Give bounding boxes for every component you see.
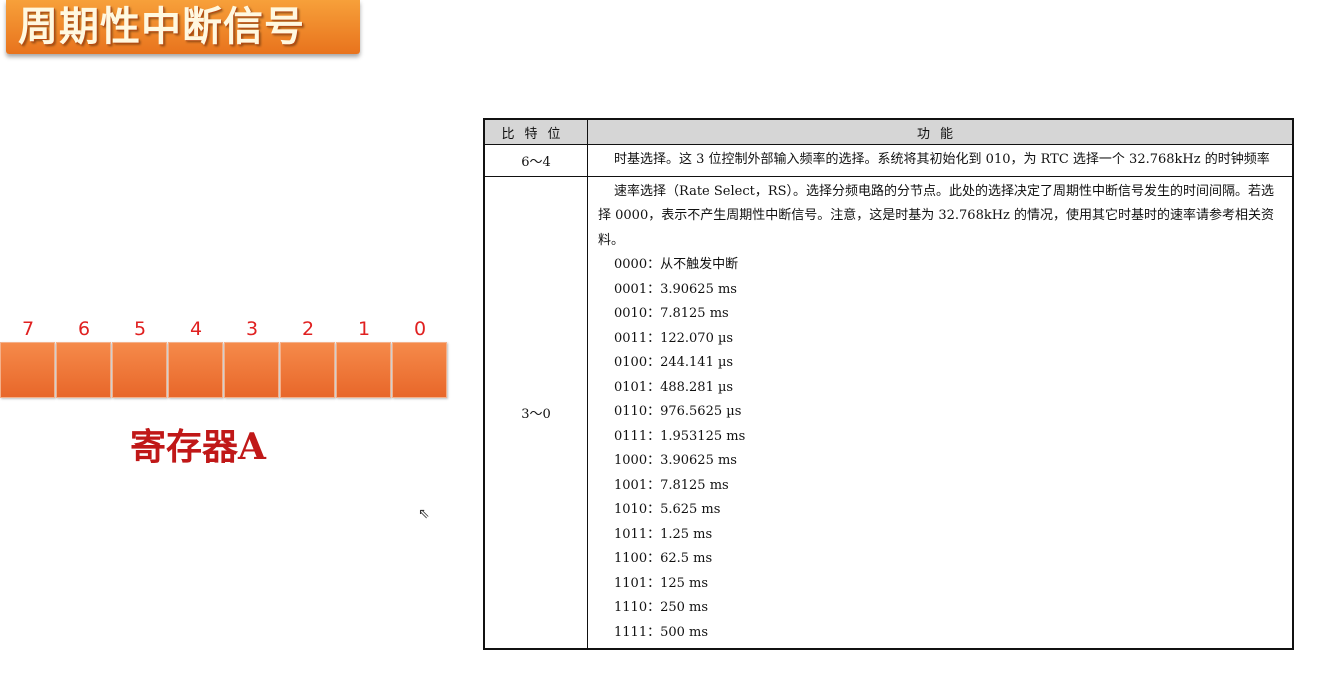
rate-item: 0110：976.5625 µs [614,404,742,419]
bit-number: 4 [189,318,203,340]
row2-bits: 3～0 [483,175,588,650]
bit-number: 7 [21,318,35,340]
bit-cell [280,342,335,398]
bit-number: 6 [77,318,91,340]
rate-item: 1111：500 ms [614,624,709,640]
table-row: 6～4 时基选择。这 3 位控制外部输入频率的选择。系统将其初始化到 010，为… [483,144,1294,177]
row2-function: 速率选择（Rate Select，RS）。选择分频电路的分节点。此处的选择决定了… [587,175,1294,650]
register-label: 寄存器A [130,426,266,468]
row1-text: 时基选择。这 3 位控制外部输入频率的选择。系统将其初始化到 010，为 RTC… [614,152,1270,167]
bit-cell [0,342,55,398]
rate-item: 0011：122.070 µs [614,330,734,346]
rate-item: 1001：7.8125 ms [614,477,729,493]
rate-item: 1101：125 ms [614,575,709,591]
bit-cell [112,342,167,398]
rate-item: 1010：5.625 ms [614,502,721,517]
header-bit: 比特位 [483,118,588,145]
rate-item: 0000：从不触发中断 [614,257,739,272]
bit-number: 2 [301,318,315,340]
row1-function: 时基选择。这 3 位控制外部输入频率的选择。系统将其初始化到 010，为 RTC… [587,144,1294,177]
slide-title: 周期性中断信号 [18,4,305,50]
bit-function-table: 比特位 功能 6～4 时基选择。这 3 位控制外部输入频率的选择。系统将其初始化… [483,118,1294,650]
bit-cell [56,342,111,398]
bit-cell [336,342,391,398]
title-banner: 周期性中断信号 [6,0,360,54]
table-row: 3～0 速率选择（Rate Select，RS）。选择分频电路的分节点。此处的选… [483,175,1294,650]
bit-number: 5 [133,318,147,340]
bit-cell [224,342,279,398]
rate-item: 0111：1.953125 ms [614,428,746,444]
row2-text: 速率选择（Rate Select，RS）。选择分频电路的分节点。此处的选择决定了… [598,183,1275,248]
rate-item: 1100：62.5 ms [614,551,713,566]
bit-number: 1 [357,318,371,340]
table-header-row: 比特位 功能 [483,118,1294,145]
rate-item: 0101：488.281 µs [614,379,734,395]
bit-cell [392,342,447,398]
mouse-cursor-icon: ⇖ [418,506,430,522]
rate-item: 0100：244.141 µs [614,355,734,370]
bit-number: 3 [245,318,259,340]
register-diagram: 7 6 5 4 3 2 1 0 [0,318,450,398]
row1-bits: 6～4 [483,144,588,177]
rate-item: 1011：1.25 ms [614,526,713,542]
bit-number: 0 [413,318,427,340]
rate-item: 0001：3.90625 ms [614,281,737,297]
rate-list: 0000：从不触发中断 0001：3.90625 ms 0010：7.8125 ms… [598,253,1282,645]
rate-item: 1000：3.90625 ms [614,453,737,468]
rate-item: 1110：250 ms [614,600,709,615]
header-function: 功能 [587,118,1294,145]
rate-item: 0010：7.8125 ms [614,306,729,321]
bit-cell [168,342,223,398]
